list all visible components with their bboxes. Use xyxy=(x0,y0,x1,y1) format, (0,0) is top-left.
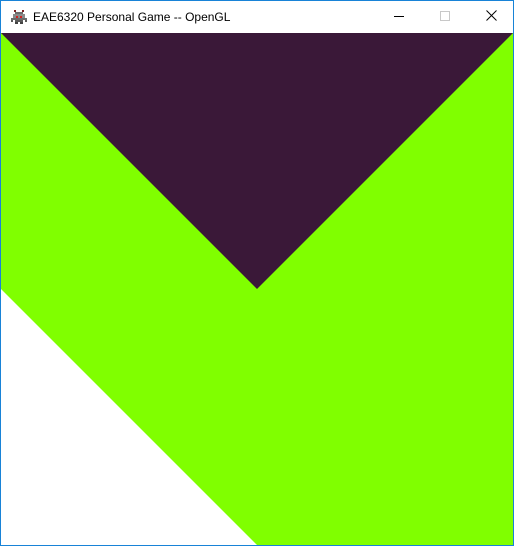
space-invader-icon xyxy=(11,10,27,24)
window-title: EAE6320 Personal Game -- OpenGL xyxy=(33,10,231,24)
game-window: EAE6320 Personal Game -- OpenGL xyxy=(0,0,514,546)
close-icon xyxy=(485,8,497,26)
maximize-button[interactable] xyxy=(422,1,468,33)
maximize-icon xyxy=(440,8,450,26)
minimize-icon xyxy=(394,8,404,26)
render-viewport[interactable] xyxy=(1,33,513,545)
minimize-button[interactable] xyxy=(376,1,422,33)
scene-canvas xyxy=(1,33,513,545)
close-button[interactable] xyxy=(468,1,513,33)
title-bar[interactable]: EAE6320 Personal Game -- OpenGL xyxy=(1,1,513,33)
